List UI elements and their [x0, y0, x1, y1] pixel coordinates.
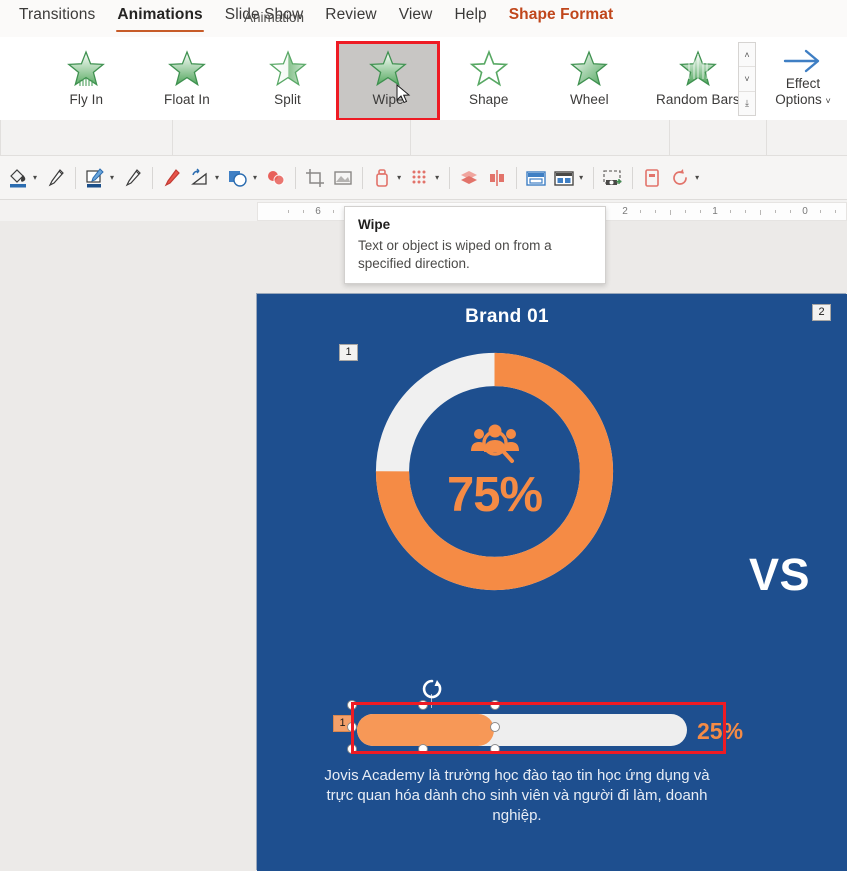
chevron-down-icon[interactable]: ▾	[32, 173, 42, 182]
screenshot-icon[interactable]	[599, 162, 627, 194]
green-star-icon	[167, 49, 207, 89]
animation-gallery-band: Fly In Float In Split	[0, 37, 847, 120]
effect-options-button[interactable]: Effect Options ˅	[759, 38, 847, 121]
donut-center-group: 75%	[367, 344, 622, 599]
tab-view[interactable]: View	[388, 0, 444, 37]
green-star-icon	[569, 49, 609, 89]
eyedropper-icon[interactable]	[158, 162, 186, 194]
tab-review[interactable]: Review	[314, 0, 387, 37]
mouse-cursor-icon	[396, 84, 411, 104]
quick-tools-toolbar: ▾ ▾	[0, 156, 847, 200]
align-center-icon[interactable]	[483, 162, 511, 194]
ruler-mark: 6	[315, 206, 321, 217]
slide-description: Jovis Academy là trường học đào tạo tin …	[317, 766, 717, 826]
green-star-icon	[469, 49, 509, 89]
layout-banner-icon[interactable]	[522, 162, 550, 194]
gallery-scroll-up-button[interactable]: ˄	[739, 43, 755, 67]
gallery-item-label: Split	[274, 92, 301, 107]
gallery-item-label: Wheel	[570, 92, 609, 107]
ruler-mark: 1	[712, 206, 718, 217]
chevron-down-icon[interactable]: ▾	[694, 173, 704, 182]
donut-percentage-label: 75%	[447, 467, 542, 523]
chevron-down-icon[interactable]: ▾	[396, 173, 406, 182]
right-arrow-icon	[781, 46, 825, 76]
wipe-tooltip: Wipe Text or object is wiped on from a s…	[344, 206, 606, 284]
duplicate-shape-icon[interactable]	[262, 162, 290, 194]
tab-shape-format[interactable]: Shape Format	[498, 0, 625, 37]
pen-icon[interactable]	[119, 162, 147, 194]
group-caption-animation: Animation	[244, 10, 304, 25]
gallery-item-label: Float In	[164, 92, 210, 107]
gallery-item-label: Random Bars	[656, 92, 740, 107]
shape-fill-icon[interactable]	[4, 162, 32, 194]
gallery-item-fly-in[interactable]: Fly In	[36, 43, 137, 119]
powerpoint-window: Transitions Animations Slide Show Review…	[0, 0, 847, 871]
effect-options-label-1: Effect	[786, 76, 820, 92]
merge-shapes-icon[interactable]	[224, 162, 252, 194]
gallery-item-shape[interactable]: Shape	[438, 43, 539, 119]
chevron-down-icon[interactable]: ▾	[434, 173, 444, 182]
gallery-item-float-in[interactable]: Float In	[137, 43, 238, 119]
donut-chart[interactable]: 75%	[367, 344, 622, 599]
annotation-rectangle	[351, 702, 726, 754]
ribbon-group-band	[0, 120, 847, 156]
chevron-down-icon[interactable]: ▾	[109, 173, 119, 182]
green-star-icon	[66, 49, 106, 89]
audience-search-icon	[468, 421, 522, 465]
brand-title: Brand 01	[257, 306, 757, 328]
tab-transitions[interactable]: Transitions	[8, 0, 106, 37]
format-painter-icon[interactable]	[42, 162, 70, 194]
shape-rotate-icon[interactable]	[186, 162, 214, 194]
tooltip-title: Wipe	[358, 217, 592, 232]
chevron-down-icon[interactable]: ▾	[252, 173, 262, 182]
animation-gallery: Fly In Float In Split	[0, 38, 756, 121]
rotate-handle-icon[interactable]	[421, 678, 443, 700]
slide-surface[interactable]: Brand 01	[257, 294, 847, 871]
green-star-icon	[368, 49, 408, 89]
chevron-down-icon[interactable]: ▾	[578, 173, 588, 182]
vs-label: VS	[749, 549, 810, 601]
ribbon-tab-bar: Transitions Animations Slide Show Review…	[0, 0, 847, 37]
chevron-down-icon[interactable]: ▾	[214, 173, 224, 182]
green-star-icon	[678, 49, 718, 89]
slide-canvas[interactable]: Brand 01	[0, 221, 847, 871]
gallery-item-wheel[interactable]: Wheel	[539, 43, 640, 119]
animation-badge-vs[interactable]: 2	[812, 304, 831, 321]
gallery-more-button[interactable]: ⤓	[739, 92, 755, 115]
gallery-item-label: Shape	[469, 92, 509, 107]
layout-split-icon[interactable]	[550, 162, 578, 194]
tab-help[interactable]: Help	[443, 0, 497, 37]
tooltip-body: Text or object is wiped on from a specif…	[358, 237, 592, 273]
refresh-icon[interactable]	[666, 162, 694, 194]
gallery-item-label: Fly In	[70, 92, 104, 107]
crop-icon[interactable]	[301, 162, 329, 194]
tab-animations[interactable]: Animations	[106, 0, 213, 37]
green-star-icon	[268, 49, 308, 89]
effect-options-label-2: Options ˅	[775, 92, 831, 109]
gallery-scroll-down-button[interactable]: ˅	[739, 67, 755, 91]
notes-icon[interactable]	[638, 162, 666, 194]
gallery-item-split[interactable]: Split	[237, 43, 338, 119]
gallery-scroll-buttons[interactable]: ˄ ˅ ⤓	[738, 42, 756, 116]
chevron-down-icon: ˅	[826, 96, 831, 106]
grid-icon[interactable]	[406, 162, 434, 194]
ruler-mark: 2	[622, 206, 628, 217]
text-highlight-icon[interactable]	[81, 162, 109, 194]
paint-bucket-icon[interactable]	[368, 162, 396, 194]
ruler-mark: 0	[802, 206, 808, 217]
layers-icon[interactable]	[455, 162, 483, 194]
gallery-item-wipe[interactable]: Wipe	[338, 43, 439, 119]
picture-icon[interactable]	[329, 162, 357, 194]
animation-badge-donut[interactable]: 1	[339, 344, 358, 361]
